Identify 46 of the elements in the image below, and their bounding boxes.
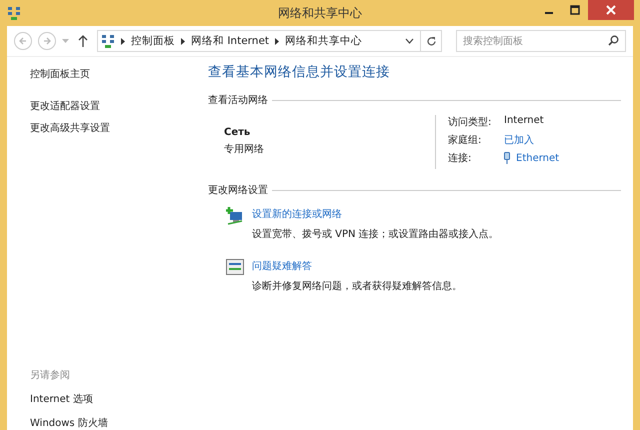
maximize-icon	[570, 5, 580, 15]
homegroup-label: 家庭组:	[448, 134, 482, 147]
sidebar-link[interactable]: Internet 选项	[30, 392, 185, 406]
dropdown-chevron-icon[interactable]	[405, 38, 414, 44]
task-link[interactable]: 设置新的连接或网络	[252, 207, 499, 221]
refresh-icon	[426, 36, 436, 46]
back-arrow-icon	[18, 36, 28, 46]
sidebar-link[interactable]: 控制面板主页	[30, 67, 185, 81]
ethernet-plug-icon	[504, 152, 510, 164]
access-type-value: Internet	[504, 115, 545, 128]
breadcrumb[interactable]: 网络和 Internet	[191, 34, 270, 48]
page-heading: 查看基本网络信息并设置连接	[208, 63, 391, 81]
network-icon	[101, 34, 115, 48]
section-heading: 更改网络设置	[208, 184, 268, 197]
forward-arrow-icon	[42, 36, 52, 46]
breadcrumb[interactable]: 控制面板	[131, 34, 175, 48]
task-link[interactable]: 问题疑难解答	[252, 259, 462, 273]
network-icon	[7, 6, 21, 20]
network-name: Сеть	[224, 127, 252, 138]
sidebar-link[interactable]: Windows 防火墙	[30, 416, 185, 430]
homegroup-link[interactable]: 已加入	[504, 133, 560, 147]
minimize-icon	[545, 12, 553, 14]
see-also-heading: 另请参阅	[30, 368, 71, 382]
chevron-right-icon[interactable]	[121, 38, 125, 44]
close-icon	[606, 5, 616, 15]
chevron-right-icon[interactable]	[275, 38, 280, 44]
search-icon	[608, 35, 619, 46]
connections-label: 连接:	[448, 152, 472, 165]
task-description: 诊断并修复网络问题，或者获得疑难解答信息。	[252, 280, 462, 293]
connection-link[interactable]: Ethernet	[516, 152, 560, 164]
chevron-right-icon[interactable]	[181, 38, 185, 44]
network-type: 专用网络	[224, 142, 265, 156]
sidebar-link[interactable]: 更改高级共享设置	[30, 121, 185, 135]
search-field[interactable]: 搜索控制面板	[456, 30, 626, 52]
troubleshoot-icon	[226, 259, 244, 275]
section-heading: 查看活动网络	[208, 94, 268, 107]
sidebar-link[interactable]: 更改适配器设置	[30, 99, 185, 113]
window-title: 网络和共享中心	[278, 4, 362, 22]
close-button[interactable]	[588, 0, 634, 20]
task-description: 设置宽带、拨号或 VPN 连接；或设置路由器或接入点。	[252, 228, 499, 241]
new-connection-icon	[226, 207, 244, 225]
refresh-button[interactable]	[420, 30, 442, 52]
breadcrumb[interactable]: 网络和共享中心	[285, 34, 362, 48]
access-type-label: 访问类型:	[448, 116, 492, 129]
up-arrow-icon[interactable]	[78, 35, 88, 47]
address-bar[interactable]: 控制面板 网络和 Internet 网络和共享中心	[97, 30, 421, 52]
